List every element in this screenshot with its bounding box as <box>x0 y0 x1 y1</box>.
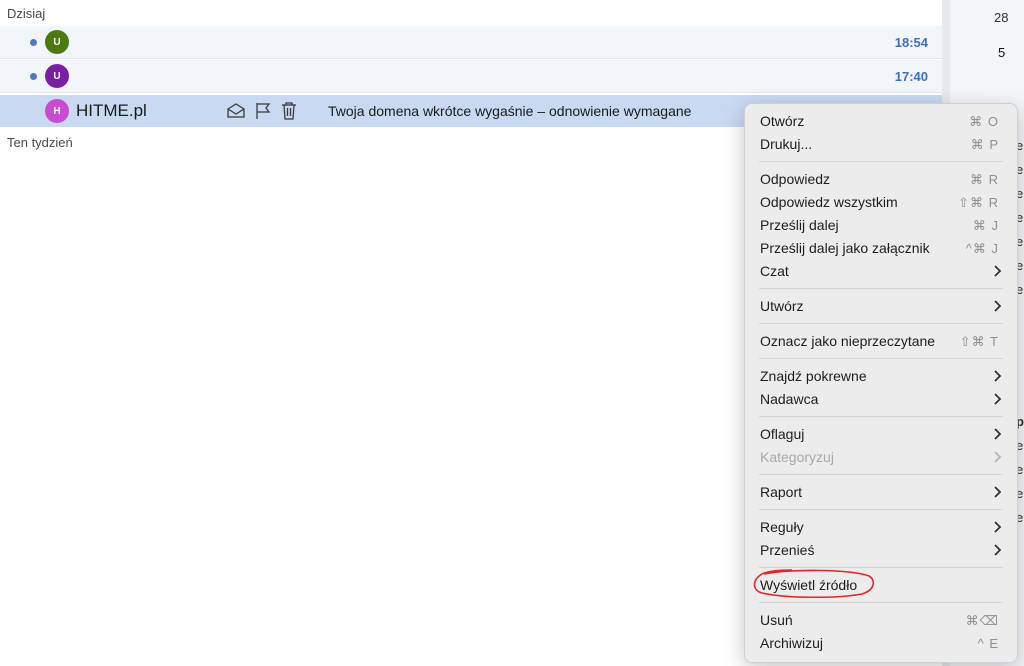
menu-item-label: Prześlij dalej jako załącznik <box>760 240 930 256</box>
menu-item-shortcut: ⇧⌘ T <box>959 334 999 349</box>
menu-item-reply[interactable]: Odpowiedz ⌘ R <box>745 168 1017 191</box>
message-sender: HITME.pl <box>76 101 147 120</box>
menu-item-reply-all[interactable]: Odpowiedz wszystkim ⇧⌘ R <box>745 191 1017 214</box>
menu-item-label: Znajdź pokrewne <box>760 368 867 384</box>
menu-item-shortcut: ⌘⌫ <box>965 613 999 628</box>
menu-item-shortcut: ⌘ R <box>970 172 999 187</box>
menu-item-label: Reguły <box>760 519 804 535</box>
flag-icon[interactable] <box>254 101 272 121</box>
menu-item-label: Oflaguj <box>760 426 805 442</box>
calendar-number: 5 <box>998 45 1006 60</box>
avatar: U <box>45 64 69 88</box>
envelope-open-icon[interactable] <box>226 101 246 121</box>
chevron-right-icon <box>994 265 1002 277</box>
chevron-right-icon <box>994 521 1002 533</box>
menu-item-sender[interactable]: Nadawca <box>745 388 1017 411</box>
group-header-today: Dzisiaj <box>0 0 942 24</box>
menu-item-shortcut: ⌘ P <box>970 137 999 152</box>
chevron-right-icon <box>994 544 1002 556</box>
menu-item-label: Drukuj... <box>760 136 813 152</box>
calendar-number: 28 <box>994 10 1009 25</box>
menu-separator <box>759 288 1003 289</box>
unread-dot-icon <box>30 39 37 46</box>
menu-item-categorize: Kategoryzuj <box>745 446 1017 469</box>
row-actions <box>226 101 298 121</box>
menu-item-forward-attachment[interactable]: Prześlij dalej jako załącznik ^⌘ J <box>745 237 1017 260</box>
menu-item-print[interactable]: Drukuj... ⌘ P <box>745 133 1017 156</box>
group-header-label: Dzisiaj <box>7 6 46 21</box>
menu-item-label: Prześlij dalej <box>760 217 839 233</box>
context-menu: Otwórz ⌘ O Drukuj... ⌘ P Odpowiedz ⌘ R O… <box>744 103 1018 663</box>
menu-item-label: Nadawca <box>760 391 819 407</box>
chevron-right-icon <box>994 393 1002 405</box>
menu-item-delete[interactable]: Usuń ⌘⌫ <box>745 609 1017 632</box>
menu-item-shortcut: ⌘ O <box>969 114 999 129</box>
menu-item-report[interactable]: Raport <box>745 481 1017 504</box>
unread-dot-icon <box>30 73 37 80</box>
menu-item-create[interactable]: Utwórz <box>745 295 1017 318</box>
menu-item-rules[interactable]: Reguły <box>745 516 1017 539</box>
avatar: H <box>45 99 69 123</box>
menu-item-label: Raport <box>760 484 803 500</box>
menu-item-shortcut: ⇧⌘ R <box>958 195 999 210</box>
group-header-label: Ten tydzień <box>7 135 73 150</box>
message-row[interactable]: U 18:54 <box>0 26 942 59</box>
chevron-right-icon <box>994 486 1002 498</box>
menu-item-label: Czat <box>760 263 789 279</box>
menu-separator <box>759 509 1003 510</box>
menu-separator <box>759 358 1003 359</box>
message-time: 17:40 <box>894 69 928 84</box>
menu-item-chat[interactable]: Czat <box>745 260 1017 283</box>
menu-item-archive[interactable]: Archiwizuj ^ E <box>745 632 1017 655</box>
menu-item-label: Usuń <box>760 612 793 628</box>
chevron-right-icon <box>994 428 1002 440</box>
menu-item-shortcut: ^ E <box>977 636 999 651</box>
menu-separator <box>759 323 1003 324</box>
menu-item-label: Odpowiedz wszystkim <box>760 194 898 210</box>
menu-item-forward[interactable]: Prześlij dalej ⌘ J <box>745 214 1017 237</box>
menu-item-label: Kategoryzuj <box>760 449 834 465</box>
trash-icon[interactable] <box>280 101 298 121</box>
menu-separator <box>759 416 1003 417</box>
red-highlight-circle <box>753 569 875 598</box>
message-time: 18:54 <box>894 35 928 50</box>
menu-separator <box>759 602 1003 603</box>
chevron-right-icon <box>994 300 1002 312</box>
menu-item-label: Utwórz <box>760 298 804 314</box>
menu-item-label: Archiwizuj <box>760 635 824 651</box>
menu-item-label: Odpowiedz <box>760 171 831 187</box>
menu-item-open[interactable]: Otwórz ⌘ O <box>745 110 1017 133</box>
message-subject: Twoja domena wkrótce wygaśnie – odnowien… <box>328 103 692 119</box>
chevron-right-icon <box>994 451 1002 463</box>
menu-separator <box>759 161 1003 162</box>
menu-item-label: Oznacz jako nieprzeczytane <box>760 333 936 349</box>
avatar: U <box>45 30 69 54</box>
menu-item-shortcut: ^⌘ J <box>965 241 999 256</box>
menu-item-flag[interactable]: Oflaguj <box>745 423 1017 446</box>
menu-item-move[interactable]: Przenieś <box>745 539 1017 562</box>
chevron-right-icon <box>994 370 1002 382</box>
menu-item-label: Przenieś <box>760 542 815 558</box>
menu-separator <box>759 474 1003 475</box>
menu-item-shortcut: ⌘ J <box>972 218 999 233</box>
menu-item-mark-unread[interactable]: Oznacz jako nieprzeczytane ⇧⌘ T <box>745 330 1017 353</box>
menu-item-find-related[interactable]: Znajdź pokrewne <box>745 365 1017 388</box>
menu-item-label: Otwórz <box>760 113 805 129</box>
message-row[interactable]: U 17:40 <box>0 60 942 93</box>
